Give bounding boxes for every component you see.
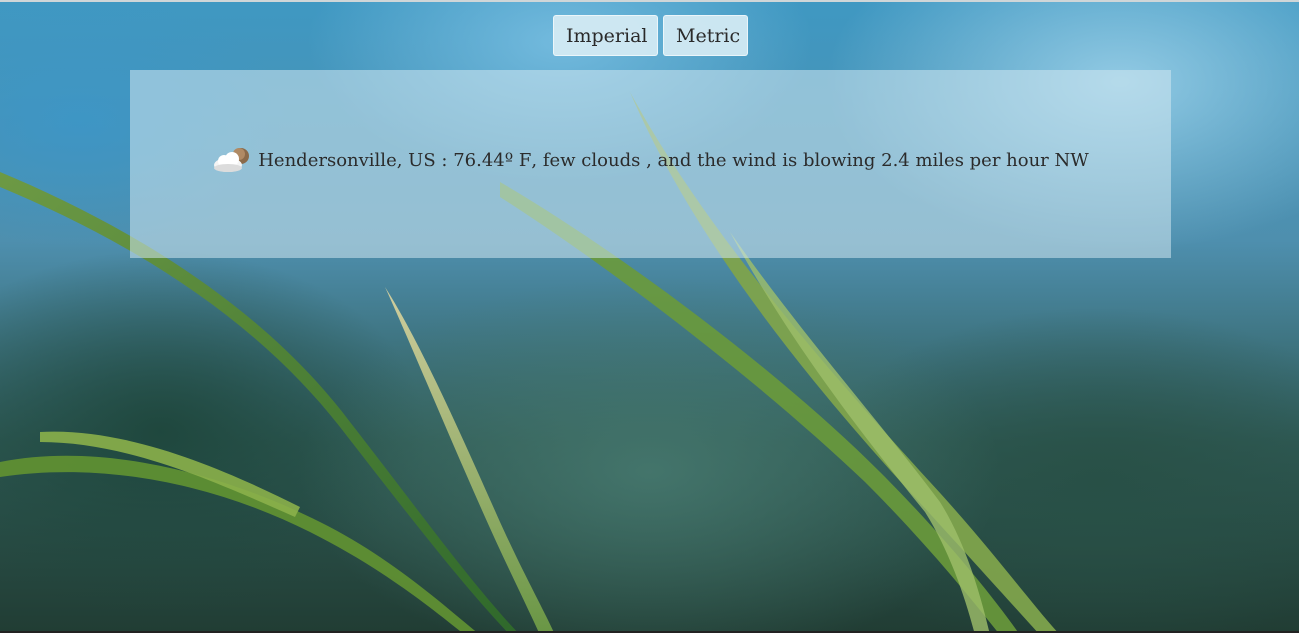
separator-text: : bbox=[435, 149, 454, 171]
imperial-button[interactable]: Imperial bbox=[553, 15, 658, 56]
comma-1: , bbox=[531, 149, 543, 171]
location-text: Hendersonville, US bbox=[258, 149, 436, 171]
weather-panel: Hendersonville, US : 76.44º F , few clou… bbox=[130, 70, 1171, 258]
few-clouds-icon bbox=[212, 147, 252, 173]
metric-button[interactable]: Metric bbox=[663, 15, 748, 56]
comma-2: , bbox=[640, 149, 658, 171]
wind-text: and the wind is blowing 2.4 miles per ho… bbox=[657, 149, 1089, 171]
weather-summary: Hendersonville, US : 76.44º F , few clou… bbox=[212, 147, 1089, 173]
temperature-text: 76.44º F bbox=[453, 149, 532, 171]
unit-toggle: Imperial Metric bbox=[553, 15, 748, 56]
conditions-text: few clouds bbox=[542, 149, 641, 171]
